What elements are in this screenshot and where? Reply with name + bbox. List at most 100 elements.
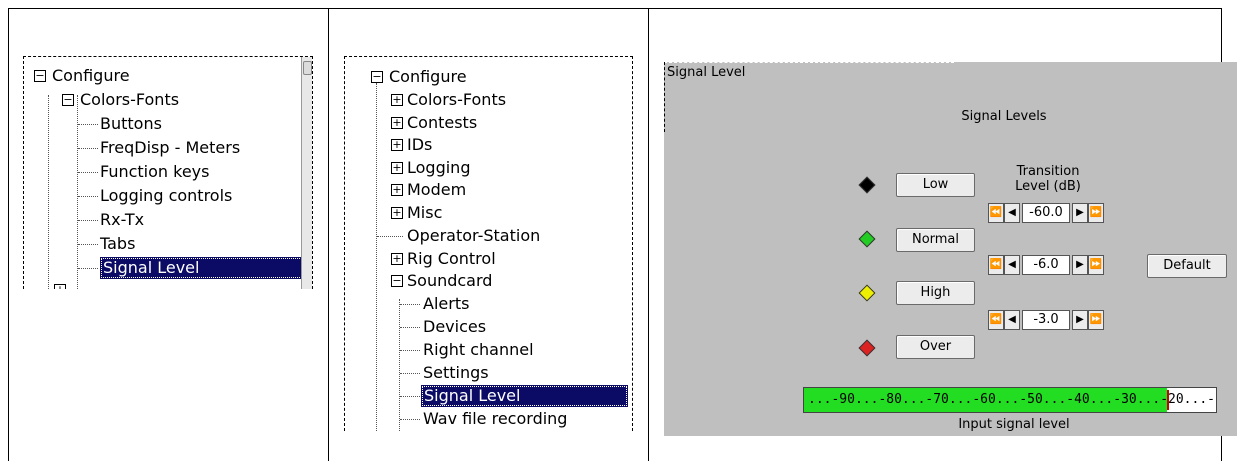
collapse-icon[interactable]: − <box>62 94 74 106</box>
threshold-value[interactable]: -6.0 <box>1022 255 1070 275</box>
expand-icon[interactable]: + <box>391 207 403 219</box>
left-config-tree[interactable]: − Configure − Colors-Fonts Buttons FreqD… <box>23 56 313 289</box>
fast-increase-icon[interactable]: ⏩ <box>1088 255 1104 275</box>
tree-guide <box>78 244 98 245</box>
expand-icon[interactable]: + <box>391 253 403 265</box>
fast-decrease-icon[interactable]: ⏪ <box>988 203 1004 223</box>
low-color-swatch[interactable] <box>858 176 876 194</box>
tree-guide <box>400 327 420 328</box>
over-button[interactable]: Over <box>896 335 975 359</box>
grid-line <box>648 8 649 461</box>
tree-item-alerts[interactable]: Alerts <box>423 293 469 315</box>
tree-item-label: Settings <box>423 363 489 382</box>
tree-item-label: Colors-Fonts <box>407 90 507 109</box>
expand-icon[interactable]: + <box>391 94 403 106</box>
tree-item-signal-level[interactable]: Signal Level <box>421 385 628 407</box>
transition-label-line: Transition <box>1016 164 1080 179</box>
high-color-swatch[interactable] <box>858 284 876 302</box>
tree-item-label: Logging <box>407 158 471 177</box>
tree-guide <box>78 220 98 221</box>
normal-button[interactable]: Normal <box>896 228 975 252</box>
transition-label: Transition Level (dB) <box>988 164 1108 194</box>
decrease-icon[interactable]: ◀ <box>1004 255 1020 275</box>
grid-line <box>328 8 329 461</box>
tree-guide <box>78 268 98 269</box>
tree-item-buttons[interactable]: Buttons <box>100 113 162 135</box>
section-heading: Signal Levels <box>961 109 1047 124</box>
high-button[interactable]: High <box>896 281 975 305</box>
tree-item-label: Soundcard <box>407 271 493 290</box>
tree-guide <box>400 419 420 420</box>
tree-item-label: Misc <box>407 203 443 222</box>
tree-guide <box>400 350 420 351</box>
collapse-icon[interactable]: − <box>391 275 403 287</box>
tree-item-label: Rig Control <box>407 249 496 268</box>
expand-icon[interactable]: + <box>54 284 66 289</box>
tree-root-label: Configure <box>52 66 130 85</box>
tree-item-settings[interactable]: Settings <box>423 362 489 384</box>
high-over-threshold-spinner[interactable]: ⏪ ◀ -3.0 ▶ ⏩ <box>988 310 1114 330</box>
tree-item-label: Rx-Tx <box>100 210 145 229</box>
expand-icon[interactable]: + <box>391 139 403 151</box>
low-button[interactable]: Low <box>896 173 975 197</box>
meter-caption: Input signal level <box>958 417 1070 432</box>
increase-icon[interactable]: ▶ <box>1072 255 1088 275</box>
expand-icon[interactable]: + <box>391 117 403 129</box>
tree-guide <box>400 396 420 397</box>
decrease-icon[interactable]: ◀ <box>1004 203 1020 223</box>
tree-item-signal-level[interactable]: Signal Level <box>100 257 303 279</box>
normal-high-threshold-spinner[interactable]: ⏪ ◀ -6.0 ▶ ⏩ <box>988 255 1114 275</box>
tree-item-label: Signal Level <box>100 257 303 279</box>
threshold-value[interactable]: -3.0 <box>1022 310 1070 330</box>
tree-item-function-keys[interactable]: Function keys <box>100 161 209 183</box>
tree-item-devices[interactable]: Devices <box>423 316 486 338</box>
default-button[interactable]: Default <box>1147 254 1227 278</box>
vertical-scrollbar[interactable] <box>301 57 312 289</box>
middle-config-tree[interactable]: − Configure + Colors-Fonts + Contests + … <box>344 56 633 431</box>
tree-root-label: Configure <box>389 67 467 86</box>
increase-icon[interactable]: ▶ <box>1072 310 1088 330</box>
normal-color-swatch[interactable] <box>858 230 876 248</box>
tree-item-label: FreqDisp - Meters <box>100 138 241 157</box>
low-normal-threshold-spinner[interactable]: ⏪ ◀ -60.0 ▶ ⏩ <box>988 203 1114 223</box>
meter-scale: ...-90...-80...-70...-60...-50...-40...-… <box>808 392 1217 407</box>
tree-guide <box>78 124 98 125</box>
fast-increase-icon[interactable]: ⏩ <box>1088 310 1104 330</box>
tree-item-label: Signal Level <box>421 385 628 407</box>
scroll-up-button[interactable] <box>303 61 312 75</box>
collapse-icon[interactable]: − <box>371 71 383 83</box>
decrease-icon[interactable]: ◀ <box>1004 310 1020 330</box>
fast-decrease-icon[interactable]: ⏪ <box>988 255 1004 275</box>
tree-item-label: IDs <box>407 135 433 154</box>
tree-guide <box>78 172 98 173</box>
tree-item-right-channel[interactable]: Right channel <box>423 339 534 361</box>
tree-item-label: Alerts <box>423 294 470 313</box>
tree-guide <box>78 196 98 197</box>
tree-item-tabs[interactable]: Tabs <box>100 233 135 255</box>
tree-item-label: Right channel <box>423 340 534 359</box>
fast-decrease-icon[interactable]: ⏪ <box>988 310 1004 330</box>
expand-icon[interactable]: + <box>391 184 403 196</box>
collapse-icon[interactable]: − <box>34 70 46 82</box>
tree-guide <box>78 148 98 149</box>
tree-item-label: Modem <box>407 180 467 199</box>
tree-item-rx-tx[interactable]: Rx-Tx <box>100 209 144 231</box>
over-color-swatch[interactable] <box>858 339 876 357</box>
threshold-value[interactable]: -60.0 <box>1022 203 1070 223</box>
tree-item-logging-controls[interactable]: Logging controls <box>100 185 232 207</box>
tree-guide <box>376 83 377 431</box>
expand-icon[interactable]: + <box>391 162 403 174</box>
tree-item-operator-station[interactable]: Operator-Station <box>407 225 540 247</box>
tree-item-label: Colors-Fonts <box>80 90 180 109</box>
tree-guide <box>400 304 420 305</box>
tree-item-wav-file-recording[interactable]: Wav file recording <box>423 408 567 430</box>
tree-guide <box>399 299 400 431</box>
input-signal-meter: ...-90...-80...-70...-60...-50...-40...-… <box>803 387 1217 413</box>
tree-item-label: Operator-Station <box>407 226 541 245</box>
increase-icon[interactable]: ▶ <box>1072 203 1088 223</box>
tree-item-freqdisp-meters[interactable]: FreqDisp - Meters <box>100 137 240 159</box>
tree-item-label: Tabs <box>100 234 136 253</box>
tree-item-label: Function keys <box>100 162 210 181</box>
tree-item-label: Buttons <box>100 114 162 133</box>
fast-increase-icon[interactable]: ⏩ <box>1088 203 1104 223</box>
